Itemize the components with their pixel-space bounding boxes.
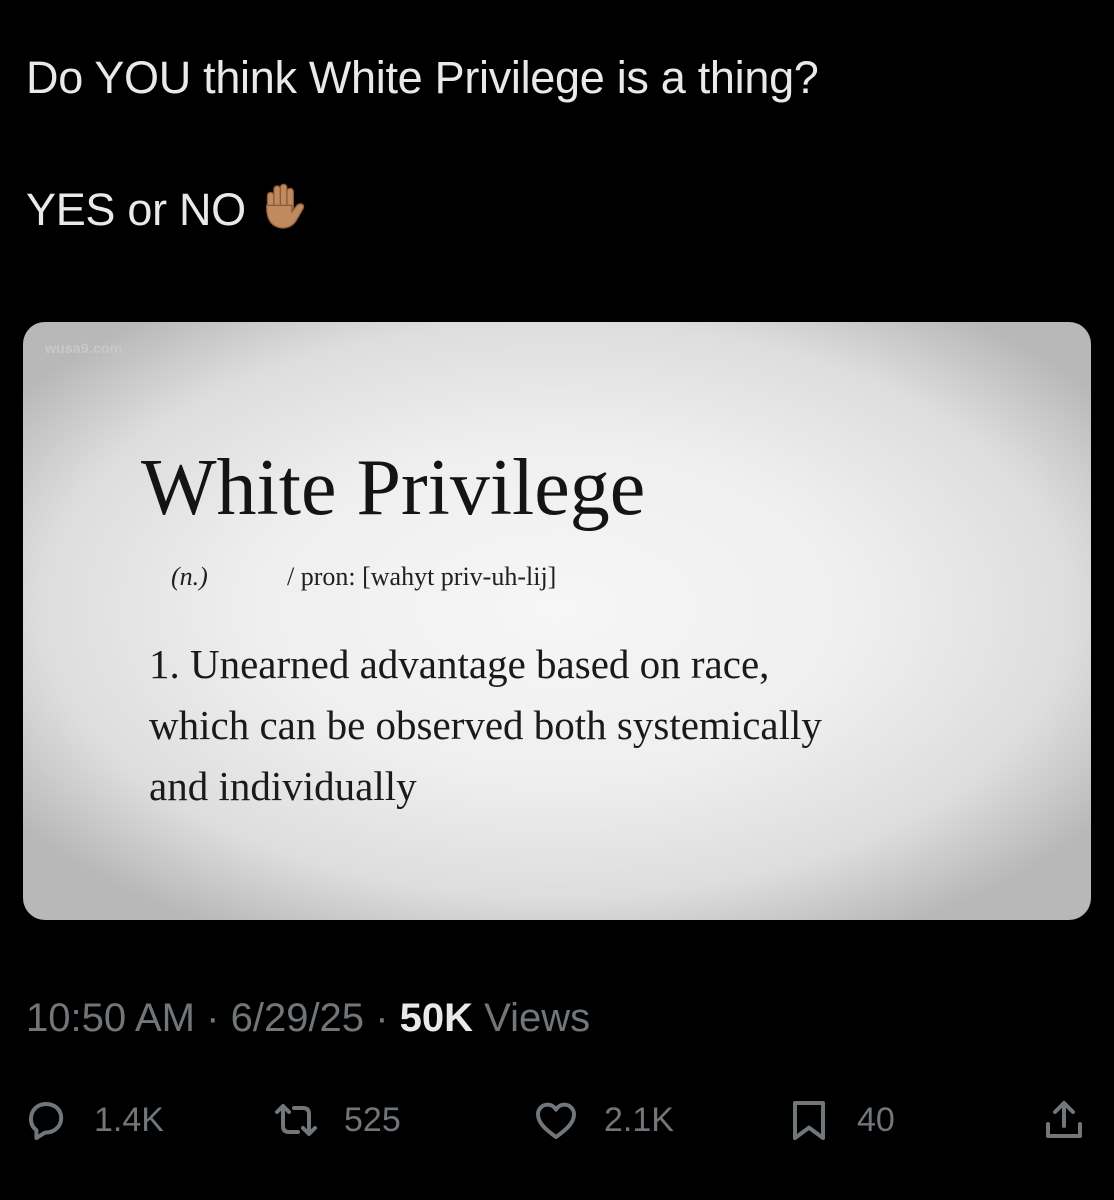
reply-icon [29,1102,64,1140]
tweet-meta: 10:50 AM · 6/29/25 · 50K Views [26,992,590,1044]
meta-separator: · [206,996,220,1040]
like-button[interactable]: 2.1K [532,1090,674,1150]
retweet-count: 525 [344,1100,401,1139]
definition-text: 1. Unearned advantage based on race, whi… [149,634,1049,817]
retweet-icon [275,1104,317,1136]
reply-button[interactable]: 1.4K [22,1090,164,1150]
bookmark-icon [793,1101,825,1140]
tweet-time[interactable]: 10:50 AM [26,996,195,1040]
share-icon [1046,1101,1082,1138]
like-count: 2.1K [604,1100,674,1139]
like-icon [536,1102,576,1139]
bookmark-button[interactable]: 40 [785,1090,895,1150]
tweet-text: Do YOU think White Privilege is a thing?… [26,48,1086,240]
tweet-text-gap [26,108,1086,180]
tweet-date[interactable]: 6/29/25 [231,996,364,1040]
definition-line: which can be observed both systemically [149,702,822,748]
definition-title: White Privilege [141,444,646,532]
views-label: Views [484,996,591,1040]
views-count: 50K [399,996,474,1040]
tweet-media-image[interactable]: wusa9.com White Privilege (n.) / pron: [… [23,322,1091,920]
definition-pronunciation: / pron: [wahyt priv-uh-lij] [287,562,557,591]
share-button[interactable] [1040,1090,1088,1150]
tweet-text-line-2-text: YES or NO [26,184,246,235]
tweet-actions: 1.4K 525 2.1K 40 [0,1090,1114,1150]
bookmark-count: 40 [857,1100,895,1139]
tweet-text-line-1: Do YOU think White Privilege is a thing? [26,52,819,103]
meta-separator: · [375,996,389,1040]
definition-part-of-speech: (n.) [171,562,208,591]
reply-count: 1.4K [94,1100,164,1139]
tweet-text-line-2: YES or NO [26,180,1086,240]
retweet-button[interactable]: 525 [272,1090,401,1150]
definition-line: 1. Unearned advantage based on race, [149,641,770,687]
definition-line: and individually [149,763,417,809]
hand-icon [265,183,305,229]
image-watermark: wusa9.com [45,340,123,356]
